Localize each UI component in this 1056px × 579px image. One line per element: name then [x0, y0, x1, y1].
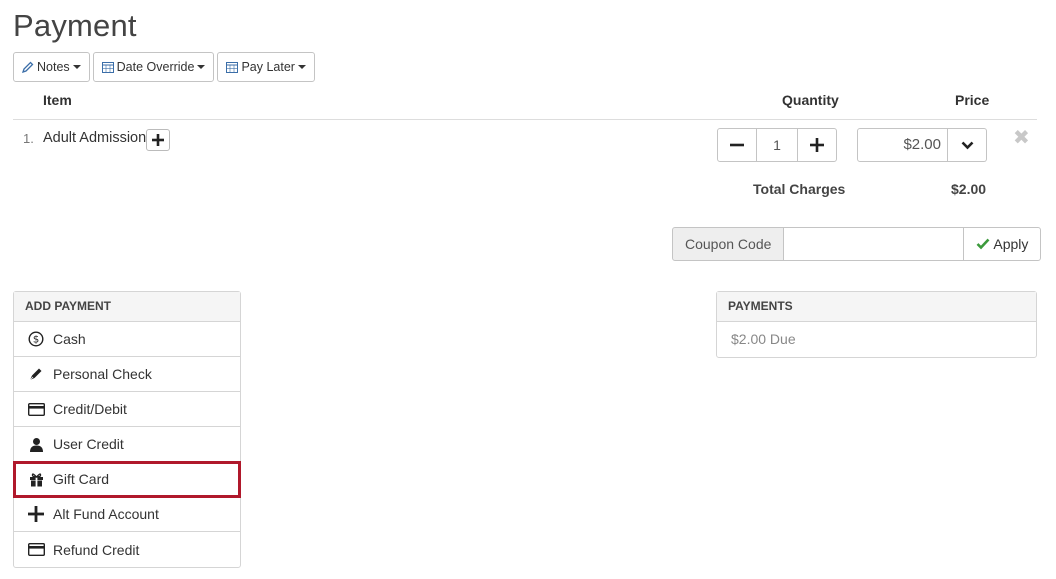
user-icon	[27, 435, 45, 453]
payment-method-label: Credit/Debit	[53, 401, 127, 417]
add-item-option-button[interactable]	[146, 129, 170, 151]
payment-method-gift-card[interactable]: Gift Card	[13, 461, 241, 498]
add-payment-heading: ADD PAYMENT	[14, 292, 240, 322]
divider	[13, 119, 1037, 120]
coupon-code-label: Coupon Code	[672, 227, 785, 261]
notes-button[interactable]: Notes	[13, 52, 90, 82]
payment-method-label: Alt Fund Account	[53, 506, 159, 522]
amount-due-text: $2.00 Due	[731, 331, 796, 347]
quantity-stepper: 1	[717, 128, 837, 162]
gift-icon	[27, 470, 45, 488]
payment-method-refund-credit[interactable]: Refund Credit	[14, 532, 240, 567]
plus-icon	[152, 134, 164, 146]
payment-method-label: Refund Credit	[53, 541, 140, 558]
total-charges-label: Total Charges	[753, 181, 846, 197]
toolbar: Notes Date Override Pay Later	[13, 52, 315, 82]
minus-icon	[730, 143, 744, 147]
decrease-quantity-button[interactable]	[717, 128, 757, 162]
pay-later-label: Pay Later	[241, 60, 295, 74]
payments-heading: PAYMENTS	[717, 292, 1036, 322]
calendar-icon	[101, 61, 114, 73]
caret-down-icon	[197, 65, 206, 69]
notes-label: Notes	[37, 60, 70, 74]
coupon-code-input[interactable]	[784, 227, 964, 261]
payment-method-user-credit[interactable]: User Credit	[14, 427, 240, 462]
payment-method-label: Gift Card	[53, 471, 110, 487]
calendar-icon	[226, 61, 239, 73]
item-name: Adult Admission	[43, 130, 147, 146]
check-icon	[976, 238, 990, 250]
column-header-quantity: Quantity	[782, 92, 839, 108]
add-payment-panel: ADD PAYMENT $ Cash Personal Check Credit…	[13, 291, 241, 568]
total-charges-value: $2.00	[951, 181, 987, 197]
payment-method-label: User Credit	[53, 436, 124, 452]
column-header-price: Price	[955, 92, 990, 108]
payment-method-label: Personal Check	[53, 366, 152, 382]
pen-icon	[27, 365, 45, 383]
payment-method-credit-debit[interactable]: Credit/Debit	[14, 392, 240, 427]
quantity-input[interactable]: 1	[757, 128, 797, 162]
plus-icon	[810, 138, 824, 152]
payment-method-personal-check[interactable]: Personal Check	[14, 357, 240, 392]
apply-label: Apply	[993, 236, 1029, 252]
apply-coupon-button[interactable]: Apply	[963, 227, 1042, 261]
payment-method-alt-fund-account[interactable]: Alt Fund Account	[14, 497, 240, 532]
payment-method-list: $ Cash Personal Check Credit/Debit User …	[13, 322, 241, 567]
caret-down-icon	[72, 65, 81, 69]
payment-method-label: Cash	[53, 331, 86, 347]
price-dropdown-button[interactable]	[948, 128, 987, 162]
credit-card-icon	[27, 541, 45, 559]
price-input[interactable]: $2.00	[857, 128, 948, 162]
credit-card-icon	[27, 400, 45, 418]
page-title: Payment	[13, 8, 137, 43]
coupon-group: Coupon Code Apply	[672, 227, 1042, 261]
row-number: 1.	[23, 131, 34, 146]
dollar-circle-icon: $	[27, 330, 45, 348]
price-field: $2.00	[857, 128, 987, 162]
svg-text:$: $	[33, 335, 39, 346]
pay-later-button[interactable]: Pay Later	[217, 52, 315, 82]
payments-panel: PAYMENTS $2.00 Due	[716, 291, 1037, 358]
date-override-label: Date Override	[116, 60, 195, 74]
chevron-down-icon	[961, 141, 973, 149]
payment-method-cash[interactable]: $ Cash	[14, 322, 240, 357]
increase-quantity-button[interactable]	[797, 128, 837, 162]
remove-item-icon[interactable]: ✖	[1013, 128, 1030, 148]
column-header-item: Item	[43, 92, 72, 108]
pencil-icon	[21, 61, 34, 74]
plus-icon	[27, 505, 45, 523]
caret-down-icon	[297, 65, 306, 69]
date-override-button[interactable]: Date Override	[92, 52, 215, 82]
